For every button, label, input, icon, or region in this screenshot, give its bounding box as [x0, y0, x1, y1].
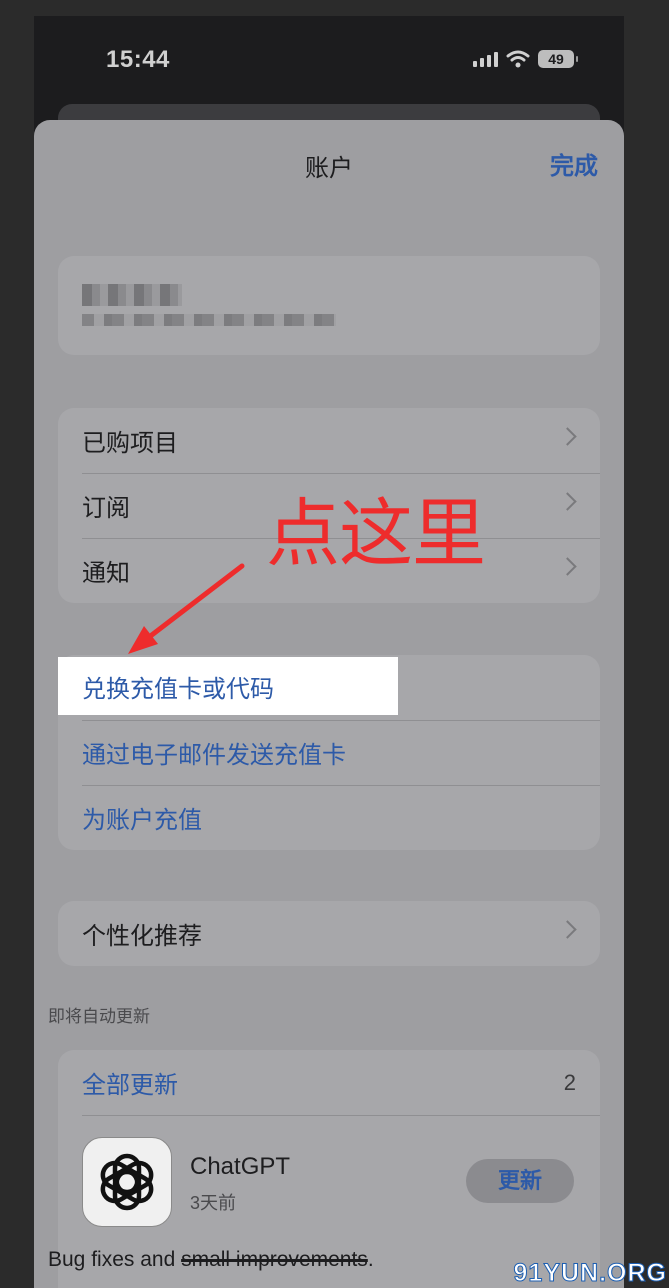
annotation-arrow-icon — [128, 563, 245, 654]
watermark: 91YUN.ORG — [513, 1259, 667, 1288]
